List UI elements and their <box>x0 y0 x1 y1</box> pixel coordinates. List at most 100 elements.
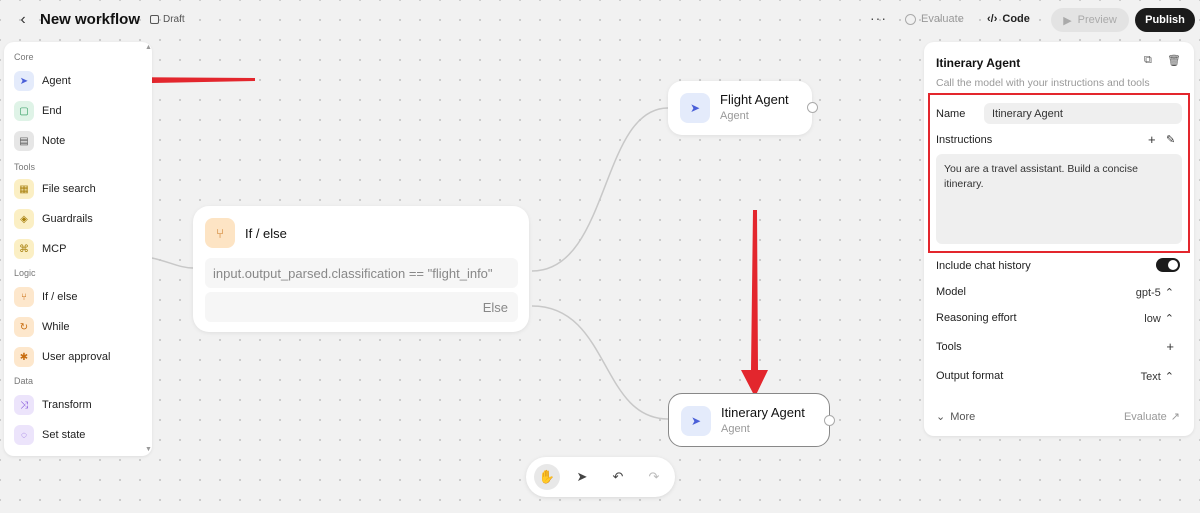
itinerary-agent-type: Agent <box>721 423 750 435</box>
panel-evaluate-label: Evaluate <box>1123 410 1167 423</box>
chevron-updown-icon: ⌃ <box>1164 287 1174 299</box>
evaluate-button[interactable]: Evaluate <box>905 13 964 25</box>
palette-item-label: Set state <box>42 429 86 441</box>
more-options-button[interactable]: ··· <box>870 10 887 26</box>
palette-item-label: While <box>42 321 70 333</box>
instructions-textarea[interactable]: You are a travel assistant. Build a conc… <box>936 154 1182 244</box>
file-search-icon: ▦ <box>14 179 34 199</box>
preview-button[interactable]: ▶ Preview <box>1051 8 1129 32</box>
itinerary-agent-name: Itinerary Agent <box>721 405 805 420</box>
palette-item-end[interactable]: ▢ End <box>14 100 62 122</box>
canvas-toolbar: ✋ ➤ ↶ ↷ <box>526 457 675 497</box>
chevron-updown-icon: ⌃ <box>1164 313 1174 325</box>
trash-icon[interactable]: 🗑 <box>1167 54 1181 67</box>
palette-item-agent[interactable]: ➤ Agent <box>14 70 71 92</box>
if-condition-row[interactable]: input.output_parsed.classification == "f… <box>205 258 518 288</box>
palette-item-guardrails[interactable]: ◈ Guardrails <box>14 208 93 230</box>
magic-wand-icon[interactable]: ✎ <box>1166 133 1175 146</box>
chevron-down-icon: ⌄ <box>936 411 946 423</box>
while-icon: ↻ <box>14 317 34 337</box>
draft-label: Draft <box>163 14 185 25</box>
code-label: Code <box>1002 13 1030 25</box>
flight-agent-name: Flight Agent <box>720 92 789 107</box>
flight-agent-node[interactable]: ➤ Flight Agent Agent <box>668 81 818 135</box>
section-data-label: Data <box>14 376 34 386</box>
edge-else-to-itinerary <box>531 305 669 420</box>
publish-button[interactable]: Publish <box>1135 8 1195 32</box>
palette-item-user-approval[interactable]: ✱ User approval <box>14 346 110 368</box>
panel-evaluate-link[interactable]: Evaluate ↗ <box>1123 410 1180 424</box>
palette-item-label: If / else <box>42 291 78 303</box>
palette-item-file-search[interactable]: ▦ File search <box>14 178 96 200</box>
end-icon: ▢ <box>14 101 34 121</box>
agent-icon: ➤ <box>680 93 710 123</box>
chat-history-label: Include chat history <box>936 260 1031 272</box>
palette-item-mcp[interactable]: ⌘ MCP <box>14 238 66 260</box>
node-palette: ▲ Core ➤ Agent ▢ End ▤ Note Tools ▦ File… <box>4 42 152 456</box>
agent-icon: ➤ <box>681 406 711 436</box>
undo-icon[interactable]: ↶ <box>605 464 631 490</box>
add-tool-button[interactable]: + <box>1166 339 1174 354</box>
palette-item-label: File search <box>42 183 96 195</box>
name-input[interactable]: Itinerary Agent <box>984 103 1182 124</box>
name-label: Name <box>936 108 966 120</box>
panel-description: Call the model with your instructions an… <box>936 77 1150 89</box>
tools-label: Tools <box>936 341 962 353</box>
else-row[interactable]: Else <box>205 292 518 322</box>
user-approval-icon: ✱ <box>14 347 34 367</box>
note-icon: ▤ <box>14 131 34 151</box>
copy-icon[interactable]: ⧉ <box>1144 54 1152 67</box>
draft-badge: Draft <box>150 14 185 25</box>
panel-title: Itinerary Agent <box>936 56 1021 70</box>
model-value: gpt-5 <box>1135 286 1161 299</box>
flight-agent-type: Agent <box>720 110 749 122</box>
play-icon: ▶ <box>1063 14 1072 27</box>
add-icon: + <box>1166 339 1174 354</box>
transform-icon: ⤨ <box>14 395 34 415</box>
model-select[interactable]: gpt-5 ⌃ <box>1135 286 1174 300</box>
pan-hand-icon[interactable]: ✋ <box>534 464 560 490</box>
if-else-node[interactable]: ⑂ If / else input.output_parsed.classifi… <box>193 206 529 332</box>
output-format-label: Output format <box>936 370 1004 382</box>
evaluate-icon <box>905 13 916 25</box>
palette-item-while[interactable]: ↻ While <box>14 316 70 338</box>
preview-label: Preview <box>1077 14 1117 26</box>
if-else-icon: ⑂ <box>14 287 34 307</box>
edge-ifelse-to-flight <box>531 107 669 272</box>
flight-agent-output-handle[interactable] <box>807 102 818 113</box>
code-icon: ‹/› <box>987 13 998 25</box>
pointer-icon[interactable]: ➤ <box>569 464 595 490</box>
reasoning-select[interactable]: low ⌃ <box>1144 312 1174 326</box>
palette-item-note[interactable]: ▤ Note <box>14 130 65 152</box>
agent-icon: ➤ <box>14 71 34 91</box>
guardrails-icon: ◈ <box>14 209 34 229</box>
section-core-label: Core <box>14 52 34 62</box>
output-format-select[interactable]: Text ⌃ <box>1140 370 1174 384</box>
mcp-icon: ⌘ <box>14 239 34 259</box>
code-button[interactable]: ‹/› Code <box>987 13 1030 25</box>
scroll-down-icon[interactable]: ▼ <box>145 446 152 453</box>
if-else-icon: ⑂ <box>205 218 235 248</box>
scroll-up-icon[interactable]: ▲ <box>145 44 152 51</box>
chevron-updown-icon: ⌃ <box>1164 371 1174 383</box>
add-icon[interactable]: + <box>1148 132 1156 147</box>
itinerary-agent-node[interactable]: ➤ Itinerary Agent Agent <box>668 393 835 447</box>
reasoning-label: Reasoning effort <box>936 312 1017 324</box>
palette-item-set-state[interactable]: ◌ Set state <box>14 424 85 446</box>
more-toggle[interactable]: ⌄ More <box>936 410 975 424</box>
chat-history-toggle[interactable] <box>1156 258 1180 272</box>
reasoning-value: low <box>1144 312 1161 325</box>
palette-item-label: User approval <box>42 351 111 363</box>
palette-item-transform[interactable]: ⤨ Transform <box>14 394 92 416</box>
evaluate-label: Evaluate <box>921 13 964 25</box>
itinerary-agent-output-handle[interactable] <box>824 415 835 426</box>
palette-item-if-else[interactable]: ⑂ If / else <box>14 286 77 308</box>
output-format-value: Text <box>1140 370 1161 383</box>
palette-item-label: MCP <box>42 243 67 255</box>
palette-item-label: Guardrails <box>42 213 93 225</box>
redo-icon[interactable]: ↷ <box>641 464 667 490</box>
palette-item-label: Agent <box>42 75 71 87</box>
node-settings-panel: Itinerary Agent ⧉ 🗑 Call the model with … <box>924 42 1194 436</box>
palette-item-label: End <box>42 105 62 117</box>
back-arrow-icon[interactable]: ‹ <box>14 11 32 29</box>
